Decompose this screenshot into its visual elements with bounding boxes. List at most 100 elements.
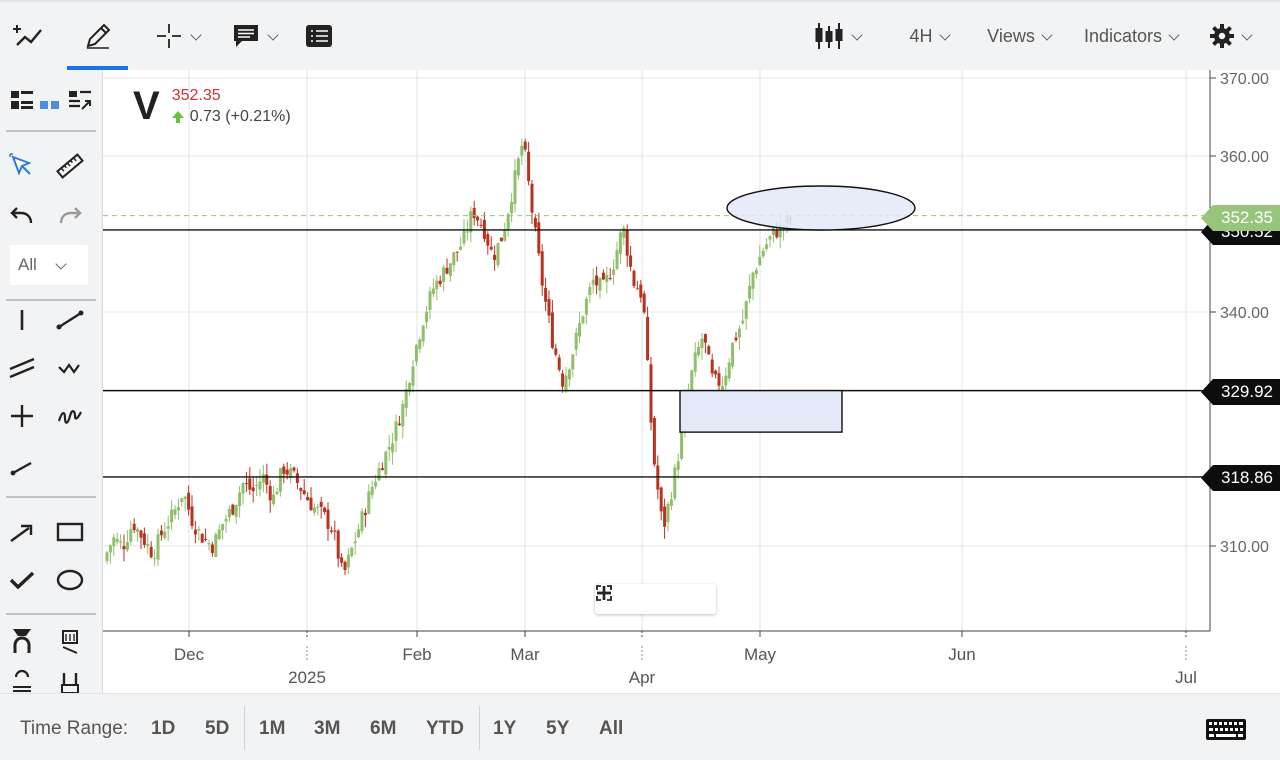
candle-body [224,518,228,522]
candle-body [751,272,755,289]
range-1d-button[interactable]: 1D [151,718,175,740]
trash-icon[interactable] [52,622,88,658]
candle-body [404,388,408,408]
candle-body [601,272,605,280]
candle-body [391,443,395,453]
magnet-icon[interactable] [4,622,40,658]
candle-body [588,287,592,295]
range-ytd-button[interactable]: YTD [426,718,464,740]
zoom-in-button[interactable] [597,584,675,614]
last-price: 352.35 [171,86,221,104]
candle-body [380,468,384,471]
candle-body [435,280,439,290]
hide-icon[interactable] [52,664,88,693]
rectangle-icon[interactable] [52,514,88,550]
draw-tool-button[interactable] [67,2,128,70]
candle-body [241,483,245,494]
undo-icon[interactable] [4,198,40,234]
export-icon[interactable] [62,82,98,118]
fullscreen-button[interactable] [596,584,715,614]
candle-body [734,337,738,341]
candle-body [540,251,544,286]
divider [6,613,96,615]
redo-icon[interactable] [52,198,88,234]
horizontal-line-price-tag[interactable]: 318.86 [1201,465,1280,491]
x-tick-label: Feb [402,645,431,664]
list-icon [306,25,332,47]
settings-button[interactable] [1204,2,1256,70]
lock-icon[interactable] [4,664,40,693]
candle-body [557,357,561,370]
comments-button[interactable] [224,2,284,70]
candle-body [295,473,299,483]
gear-icon [1210,24,1234,48]
candle-body [227,508,231,518]
candle-body [326,509,330,529]
candle-body [115,538,119,542]
candle-body [261,474,265,483]
candle-body [166,526,170,529]
range-1y-button[interactable]: 1Y [493,718,516,740]
arrow-icon[interactable] [4,514,40,550]
x-tick-label: Jun [948,645,975,664]
range-3m-button[interactable]: 3M [314,718,340,740]
divider [6,130,96,132]
views-dropdown[interactable]: Views [980,2,1058,70]
candle-body [333,530,337,532]
ellipse-annotation [726,185,916,231]
candle-body [258,481,262,490]
trend-line-icon[interactable] [52,302,88,338]
candle-body [217,529,221,539]
range-6m-button[interactable]: 6M [370,718,396,740]
candle-body [285,469,289,475]
range-5d-button[interactable]: 5D [205,718,229,740]
horizontal-line-price-tag[interactable]: 329.92 [1201,379,1280,405]
crosshair-line-icon[interactable] [4,398,40,434]
candle-body [459,246,463,250]
wave-icon[interactable] [52,350,88,386]
candle-body [571,354,575,370]
candle-body [299,488,303,491]
candle-body [547,299,551,316]
notes-button[interactable] [300,2,338,70]
candle-body [676,461,680,470]
pointer-tool-icon[interactable] [4,148,40,184]
candle-body [700,338,704,349]
candle-body [598,278,602,291]
checkmark-icon[interactable] [4,562,40,598]
ellipse-icon[interactable] [52,562,88,598]
candle-body [629,255,633,267]
candle-body [622,227,626,238]
candle-body [544,287,548,302]
candle-body [377,468,381,481]
keyboard-icon[interactable] [1206,719,1246,740]
candle-body [238,492,242,507]
range-all-button[interactable]: All [599,718,623,740]
chart-type-button[interactable] [806,2,868,70]
interval-dropdown[interactable]: 4H [898,2,960,70]
ray-icon[interactable] [4,448,40,484]
chart-drawings[interactable] [103,185,1210,478]
range-5y-button[interactable]: 5Y [546,718,569,740]
vertical-line-icon[interactable] [4,302,40,338]
candle-body [374,481,378,487]
indicators-dropdown[interactable]: Indicators [1076,2,1186,70]
candle-body [527,151,531,182]
candle-body [204,539,208,541]
chart-area[interactable]: 370.00 360.00 340.00 310.00 Dec Feb Mar May Jun 2… [103,70,1280,693]
drawing-filter-select[interactable]: All [10,245,88,285]
y-tick-label: 370.00 [1220,71,1269,88]
candle-body [129,529,133,542]
add-chart-button[interactable] [6,2,52,70]
crosshair-button[interactable] [146,2,208,70]
parallel-channel-icon[interactable] [4,350,40,386]
freehand-icon[interactable] [52,398,88,434]
x-tick-label: 2025 [288,668,326,687]
candle-body [496,243,500,266]
range-1m-button[interactable]: 1M [259,718,285,740]
candle-body [190,506,194,526]
candle-body [591,279,595,285]
candle-body [350,547,354,557]
x-tick-label: May [744,645,777,664]
ruler-icon[interactable] [52,148,88,184]
